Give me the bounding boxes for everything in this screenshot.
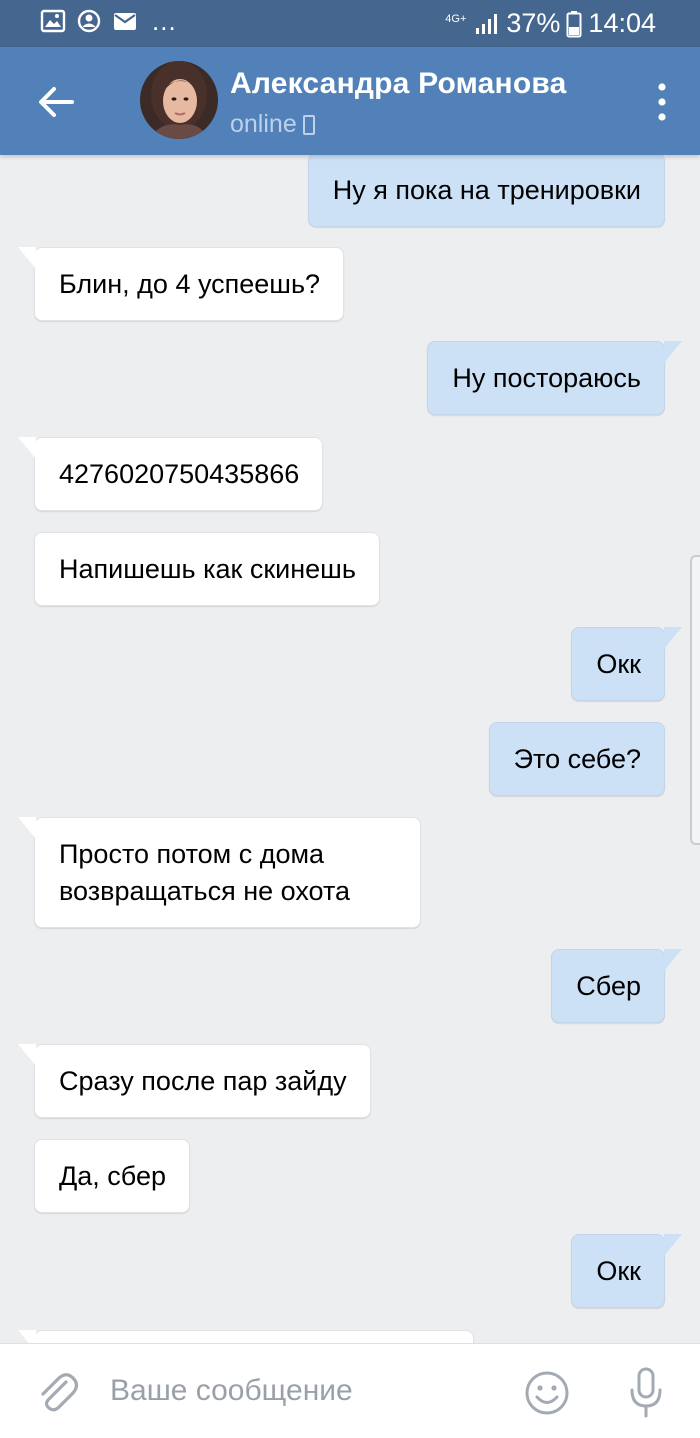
- back-arrow-icon[interactable]: [28, 75, 82, 129]
- status-text: online: [230, 110, 297, 138]
- message-bubble-outgoing[interactable]: Окк: [571, 1234, 682, 1308]
- message-bubble-outgoing[interactable]: Ну постораюсь: [427, 341, 682, 415]
- status-bar: ... 4G+ 37% 14:04: [0, 0, 700, 47]
- message-input[interactable]: [110, 1366, 500, 1416]
- network-type: 4G+: [445, 13, 467, 25]
- contact-status: online: [230, 110, 315, 139]
- message-bubble-incoming[interactable]: 4276020750435866: [17, 437, 324, 511]
- message-bubble-incoming[interactable]: Напишешь как скинешь: [34, 532, 380, 606]
- message-bubble-incoming[interactable]: Сразу после пар зайду: [18, 1044, 371, 1118]
- message-composer: [0, 1343, 700, 1438]
- attach-icon[interactable]: [34, 1368, 80, 1416]
- clock: 14:04: [588, 8, 656, 38]
- message-bubble-incoming[interactable]: Блин, до 4 успеешь?: [17, 247, 345, 321]
- message-list[interactable]: Ну я пока на тренировки Блин, до 4 успее…: [0, 155, 700, 1343]
- gallery-icon: [40, 9, 66, 33]
- message-bubble-outgoing[interactable]: Сбер: [551, 949, 682, 1023]
- message-bubble-outgoing[interactable]: Это себе?: [488, 722, 665, 796]
- message-bubble-incoming[interactable]: Просто потом с дома возвращаться не охот…: [18, 817, 421, 928]
- avatar-photo: [140, 61, 218, 139]
- notification-icons: ...: [40, 8, 177, 34]
- alarm-icon: [77, 9, 101, 33]
- contact-name[interactable]: Александра Романова: [230, 67, 567, 101]
- more-notifications-indicator: ...: [152, 6, 177, 36]
- battery-percent: 37%: [506, 8, 561, 38]
- microphone-icon[interactable]: [628, 1366, 664, 1420]
- battery-icon: [566, 10, 582, 37]
- system-status: 4G+ 37% 14:04: [445, 8, 656, 39]
- scrollbar-thumb[interactable]: [690, 555, 700, 845]
- emoji-icon[interactable]: [524, 1370, 570, 1416]
- message-bubble-outgoing[interactable]: Ну я пока на тренировки: [307, 155, 665, 227]
- message-bubble-incoming[interactable]: Да, сбер: [34, 1139, 190, 1213]
- avatar[interactable]: [140, 61, 218, 139]
- message-bubble-incoming-partial[interactable]: [18, 1330, 474, 1343]
- mail-icon: [114, 13, 136, 30]
- chat-header: Александра Романова online: [0, 47, 700, 155]
- mobile-icon: [302, 114, 315, 135]
- message-bubble-outgoing[interactable]: Окк: [571, 627, 682, 701]
- more-vertical-icon[interactable]: [654, 79, 670, 125]
- signal-icon: [476, 13, 498, 34]
